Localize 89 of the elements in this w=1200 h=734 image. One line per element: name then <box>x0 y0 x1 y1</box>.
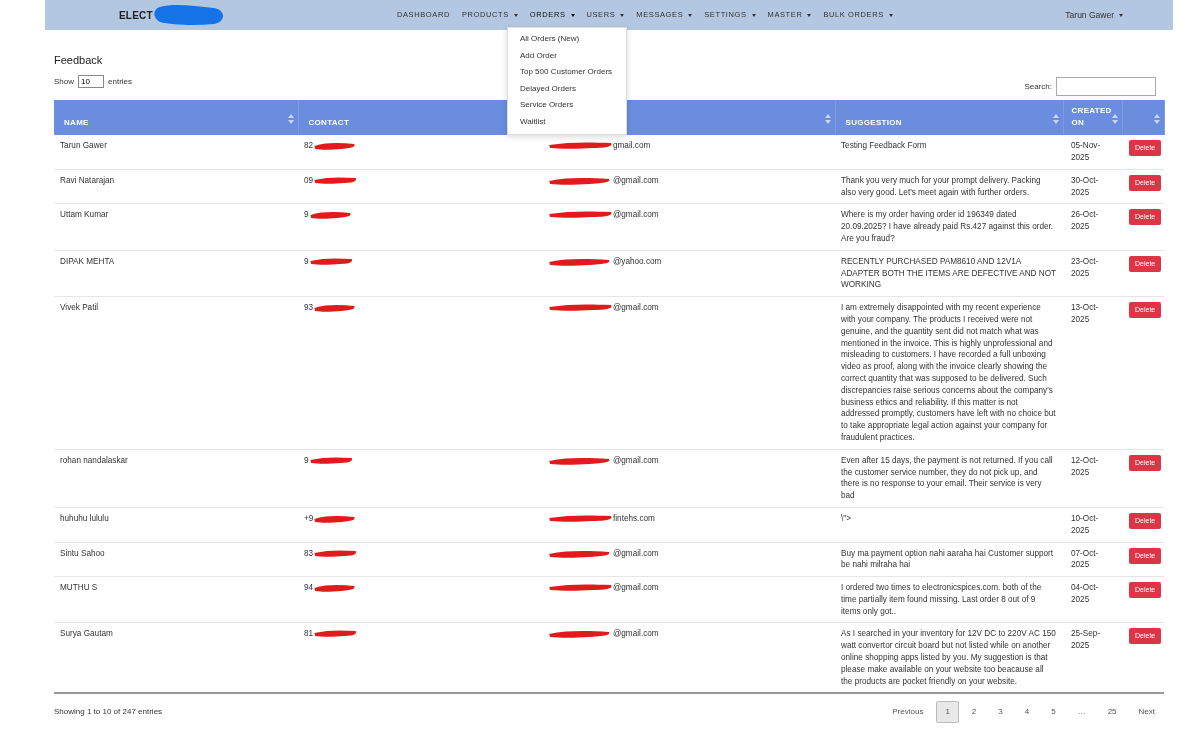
table-cell: 25-Sep-2025 <box>1071 629 1101 651</box>
page-title: Feedback <box>54 54 103 68</box>
table-cell: @yahoo.com <box>613 256 662 266</box>
pagination-link[interactable]: Next <box>1129 701 1164 724</box>
table-cell: huhuhu lululu <box>60 513 109 523</box>
table-cell: gmail.com <box>613 141 651 151</box>
table-cell: 9 <box>304 256 309 266</box>
table-cell: 30-Oct-2025 <box>1071 175 1099 197</box>
redaction-mark <box>308 209 353 222</box>
table-info: Showing 1 to 10 of 247 entries <box>54 706 163 719</box>
table-cell: MUTHU S <box>60 583 98 593</box>
caret-icon <box>1119 13 1123 17</box>
table-cell: Testing Feedback Form <box>841 141 927 151</box>
table-cell: 05-Nov-2025 <box>1071 141 1101 162</box>
redaction-mark <box>313 302 358 315</box>
user-menu[interactable]: Tarun Gawer <box>1059 8 1129 22</box>
redaction-mark <box>313 174 358 187</box>
search-label: Search: <box>1024 80 1052 93</box>
table-cell: Thank you very much for your prompt delivery. Packing also very good. Let's meet again with further orders. <box>841 175 1041 197</box>
table-cell: Surya Gautam <box>60 629 113 639</box>
redaction-mark <box>313 582 358 595</box>
table-cell: @gmail.com <box>613 455 659 465</box>
table-cell: 93 <box>304 303 314 313</box>
table-cell: Sintu Sahoo <box>60 548 105 558</box>
table-cell: 9 <box>304 210 309 220</box>
table-cell: @gmail.com <box>613 583 659 593</box>
redaction-mark <box>313 547 358 560</box>
show-label: Show <box>54 75 74 88</box>
pagination-link[interactable]: Previous <box>883 701 933 724</box>
pagination-link[interactable]: 4 <box>1015 701 1039 724</box>
table-cell: I ordered two times to electronicspices.com. both of the time partially item found missing. Last order 8 out of 9 items only got.. <box>841 583 1042 616</box>
table-cell: Where is my order having order id 196349 dated 20.09.2025? I have already paid Rs.427 against this order. Are you fraud? <box>841 210 1054 243</box>
table-cell: @gmail.com <box>613 629 659 639</box>
sort-icon[interactable] <box>1153 114 1160 125</box>
entries-count-field[interactable]: 10 <box>78 75 104 89</box>
pagination-link[interactable]: 3 <box>989 701 1012 724</box>
table-cell: Uttam Kumar <box>60 210 109 220</box>
table-cell: 81 <box>304 629 314 639</box>
dropdown-item[interactable]: Top 500 Customer Orders <box>508 64 626 81</box>
pagination-link[interactable]: 25 <box>1098 701 1126 724</box>
redaction-mark <box>308 255 353 268</box>
search-field[interactable] <box>1056 77 1156 97</box>
redaction-mark <box>313 140 358 153</box>
sort-icon[interactable] <box>287 114 294 125</box>
sort-icon[interactable] <box>1052 114 1059 125</box>
table-cell: 12-Oct-2025 <box>1071 455 1099 477</box>
table-cell: 07-Oct-2025 <box>1071 548 1099 570</box>
table-cell: 09 <box>304 175 314 185</box>
table-cell: rohan nandalaskar <box>60 455 128 465</box>
table-cell: @gmail.com <box>613 210 659 220</box>
table-cell: Tarun Gawer <box>60 141 107 151</box>
table-cell: 26-Oct-2025 <box>1071 210 1099 232</box>
table-cell: \"> <box>841 513 851 523</box>
table-cell: fintehs.com <box>613 514 655 524</box>
table-cell: 10-Oct-2025 <box>1071 513 1099 535</box>
table-cell: I am extremely disappointed with my recent experience with your company. The products I received were not genuine, and the quantity sent did not match what was mentioned in the invoice. This is highly unprofessional and misleading to customers. I have recorded a full unboxing video as proof, along with the invoice clearly showing the correct quantity that was supposed to be delivered. Such discrepancies raise serious concerns about the company's business ethics and reliability. If this matter is not addressed promptly, customers have left with no choice but to take appropriate legal action against your company for fraudulent practices. <box>841 303 1056 442</box>
sort-icon[interactable] <box>1111 114 1118 125</box>
dropdown-item[interactable]: Waitlist <box>508 113 626 131</box>
table-cell: RECENTLY PURCHASED PAM8610 AND 12V1A ADAPTER BOTH THE ITEMS ARE DEFECTIVE AND NOT WORKING <box>841 256 1056 290</box>
table-cell: 23-Oct-2025 <box>1071 256 1099 278</box>
dropdown-item[interactable]: All Orders (New) <box>508 31 626 48</box>
table-cell: 83 <box>304 548 314 558</box>
table-cell: As I searched in your inventory for 12V DC to 220V AC 150 watt convertor circuit board but not listed while on another online shopping apps listed by you. My suggestion is that please make available on your website too beacause all the products are pocket friendly on your website. <box>841 629 1056 686</box>
table-cell: @gmail.com <box>613 548 659 558</box>
table-cell: 9 <box>304 455 309 465</box>
entries-label: entries <box>108 75 133 88</box>
pagination-link[interactable]: 5 <box>1042 701 1065 724</box>
table-cell: 82 <box>304 141 314 151</box>
pagination-link[interactable]: … <box>1068 701 1095 724</box>
pagination-link[interactable]: 1 <box>936 701 959 724</box>
table-cell: Vivek Patil <box>60 303 99 313</box>
brand-logo-text[interactable]: ELECT <box>119 7 153 23</box>
dropdown-item[interactable]: Add Order <box>508 47 626 65</box>
table-cell: +9 <box>304 514 314 524</box>
table-cell: Buy ma payment option nahi aaraha hai Customer support be nahi milraha hai <box>841 548 1054 570</box>
table-cell: 94 <box>304 583 314 593</box>
table-cell: @gmail.com <box>613 175 659 185</box>
pagination-link[interactable]: 2 <box>962 701 986 724</box>
table-cell: Ravi Natarajan <box>60 175 115 185</box>
table-cell: DIPAK MEHTA <box>60 256 115 266</box>
dropdown-item[interactable]: Delayed Orders <box>508 80 626 98</box>
redaction-mark <box>547 512 613 525</box>
sort-icon[interactable] <box>824 114 831 125</box>
table-cell: Even after 15 days, the payment is not returned. If you call the customer service number, they do not pick up, and there is no response to your email. Their service is very bad <box>841 455 1053 501</box>
dropdown-item[interactable]: Service Orders <box>508 97 626 114</box>
table-cell: @gmail.com <box>613 303 659 313</box>
table-cell: 04-Oct-2025 <box>1071 583 1099 604</box>
table-cell: 13-Oct-2025 <box>1071 303 1099 324</box>
redaction-mark <box>308 454 353 467</box>
